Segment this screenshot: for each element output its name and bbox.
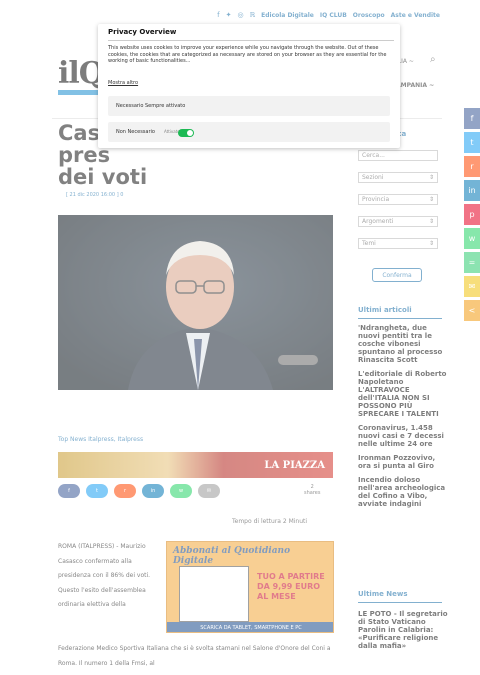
page: f ✦ ◎ ℝ Edicola Digitale IQ CLUB Oroscop… [0, 0, 480, 675]
non-necessary-cookies-row[interactable]: Non Necessario Attivato [108, 122, 390, 142]
non-necessary-toggle[interactable] [178, 129, 194, 137]
necessary-label: Necessario Sempre attivato [116, 103, 186, 109]
cookie-consent-dialog: Privacy Overview This website uses cooki… [98, 24, 400, 148]
show-more-link[interactable]: Mostra altro [108, 80, 138, 86]
necessary-cookies-row[interactable]: Necessario Sempre attivato [108, 96, 390, 116]
cookie-title: Privacy Overview [108, 28, 177, 36]
non-necessary-label: Non Necessario [116, 129, 155, 135]
cookie-divider [108, 40, 394, 41]
cookie-text: This website uses cookies to improve you… [108, 45, 387, 64]
